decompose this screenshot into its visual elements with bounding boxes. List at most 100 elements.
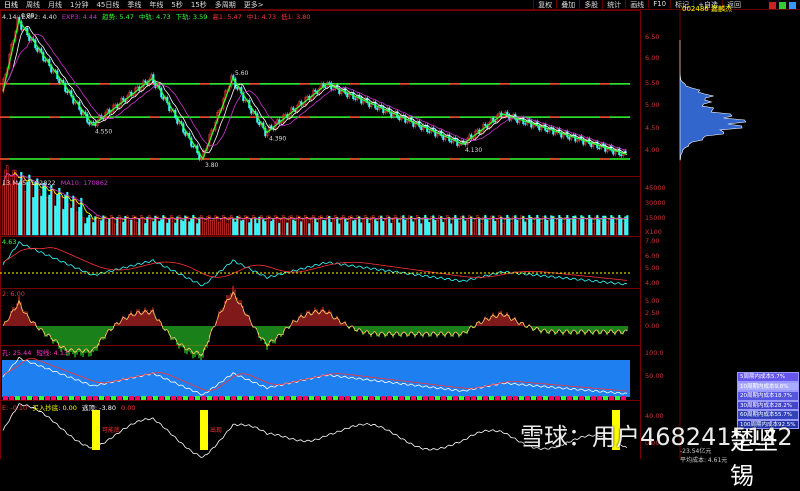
- signal-block: [537, 396, 542, 400]
- volume-bar: [500, 216, 503, 236]
- screenshot-icon[interactable]: [789, 2, 796, 9]
- period-tab[interactable]: 15秒: [187, 0, 211, 10]
- signal-block: [159, 396, 164, 400]
- volume-bar: [548, 220, 551, 236]
- volume-bar: [202, 218, 205, 236]
- flag-icon[interactable]: [769, 2, 776, 9]
- signal-block: [495, 396, 500, 400]
- signal-block: [15, 396, 20, 400]
- volume-bar: [66, 191, 69, 236]
- indicator-value: 趋势: 5.47: [102, 13, 134, 21]
- period-tab[interactable]: 月线: [44, 0, 66, 10]
- volume-bar: [136, 222, 139, 236]
- volume-bar: [218, 221, 221, 236]
- signal-block: [21, 396, 26, 400]
- signal-block: [453, 396, 458, 400]
- candle: [36, 47, 39, 52]
- volume-bar: [534, 217, 537, 236]
- signal-block: [93, 396, 98, 400]
- signal-block: [51, 396, 56, 400]
- candle: [354, 98, 357, 100]
- volume-bar: [614, 223, 617, 236]
- signal-block: [471, 396, 476, 400]
- volume-bar: [466, 219, 469, 236]
- cursor-icon[interactable]: [779, 2, 786, 9]
- period-tab[interactable]: 1分钟: [66, 0, 92, 10]
- volume-bar: [52, 189, 55, 236]
- volume-bar: [70, 207, 73, 236]
- candle: [546, 130, 549, 132]
- volume-bar: [360, 222, 363, 236]
- signal-block: [357, 396, 362, 400]
- volume-bar: [294, 220, 297, 236]
- volume-bar: [436, 220, 439, 236]
- toolbar-button[interactable]: 多股: [579, 0, 602, 10]
- period-tab[interactable]: 多周期: [211, 0, 240, 10]
- signal-label: 出现: [210, 426, 222, 434]
- axis-label: 15000: [645, 214, 666, 222]
- volume-bar: [330, 221, 333, 236]
- indicator-value: 2: 6.00: [2, 290, 25, 298]
- volume-bar: [88, 214, 91, 236]
- toolbar-button[interactable]: F10: [648, 0, 670, 10]
- volume-bar: [76, 211, 79, 236]
- toolbar-button[interactable]: 统计: [602, 0, 625, 10]
- signal-block: [279, 396, 284, 400]
- volume-bar: [522, 215, 525, 236]
- volume-bar: [188, 221, 191, 236]
- indicator-value: 4.63: [2, 238, 17, 246]
- volume-bar: [258, 216, 261, 236]
- period-tab[interactable]: 季线: [123, 0, 145, 10]
- volume-bar: [142, 217, 145, 236]
- toolbar-button[interactable]: 叠加: [556, 0, 579, 10]
- period-tab[interactable]: 日线: [0, 0, 22, 10]
- volume-bar: [620, 218, 623, 236]
- volume-bar: [450, 223, 453, 236]
- volume-bar: [328, 216, 331, 236]
- volume-bar: [248, 222, 251, 236]
- candle: [590, 143, 593, 147]
- volume-bar: [594, 216, 597, 236]
- toolbar-button[interactable]: 复权: [533, 0, 556, 10]
- volume-bar: [38, 189, 41, 236]
- volume-bar: [434, 220, 437, 236]
- candle: [144, 80, 147, 83]
- price-annotation: 3.80: [205, 162, 219, 169]
- volume-bar: [310, 217, 313, 236]
- window-icons: [769, 2, 796, 9]
- volume-bar: [546, 220, 549, 236]
- signal-block: [423, 396, 428, 400]
- axis-label: 6.50: [645, 33, 660, 41]
- signal-block: [585, 396, 590, 400]
- kdj-area: [2, 360, 630, 397]
- volume-bar: [398, 222, 401, 236]
- signal-block: [363, 396, 368, 400]
- period-tab[interactable]: 年线: [145, 0, 167, 10]
- signal-block: [345, 396, 350, 400]
- stock-chart[interactable]: 6.884.5505.604.3904.1303.80可能底 出现: [0, 0, 800, 459]
- signal-label: 可能底: [102, 426, 120, 434]
- volume-bar: [458, 221, 461, 236]
- period-tab[interactable]: 周线: [22, 0, 44, 10]
- candle: [420, 126, 423, 130]
- volume-bar: [166, 222, 169, 236]
- signal-block: [141, 396, 146, 400]
- volume-bar: [552, 216, 555, 236]
- period-tab[interactable]: 更多>: [240, 0, 268, 10]
- signal-block: [351, 396, 356, 400]
- volume-bar: [564, 217, 567, 236]
- indicator-value: 中轨: 4.73: [138, 13, 171, 21]
- period-tab[interactable]: 5秒: [167, 0, 186, 10]
- indicator-value: E: -0.10: [2, 404, 28, 412]
- signal-block: [171, 396, 176, 400]
- signal-block: [615, 396, 620, 400]
- toolbar-button[interactable]: 画线: [625, 0, 648, 10]
- period-tab[interactable]: 45日线: [92, 0, 123, 10]
- volume-bar: [54, 205, 57, 236]
- volume-bar: [420, 223, 423, 236]
- signal-block: [333, 396, 338, 400]
- volume-bar: [130, 219, 133, 236]
- volume-bar: [180, 219, 183, 236]
- volume-bar: [84, 223, 87, 236]
- indicator-value: 短线: 4.13: [36, 349, 69, 357]
